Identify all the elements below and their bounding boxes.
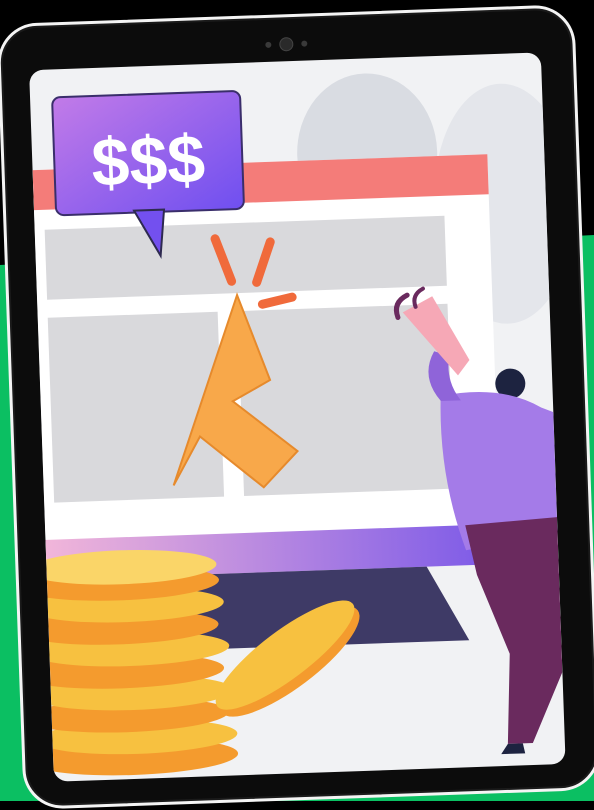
tablet-screen: $$$ bbox=[29, 52, 566, 782]
content-block bbox=[47, 311, 225, 503]
tablet-camera bbox=[265, 36, 308, 52]
person-shoe bbox=[501, 743, 526, 755]
person-pants bbox=[465, 517, 563, 744]
tablet-device: $$$ bbox=[0, 4, 594, 810]
content-block bbox=[44, 215, 447, 300]
price-tag-label: $$$ bbox=[90, 121, 206, 201]
coin-stack-icon bbox=[29, 549, 239, 776]
marketing-illustration: $$$ bbox=[29, 73, 566, 776]
